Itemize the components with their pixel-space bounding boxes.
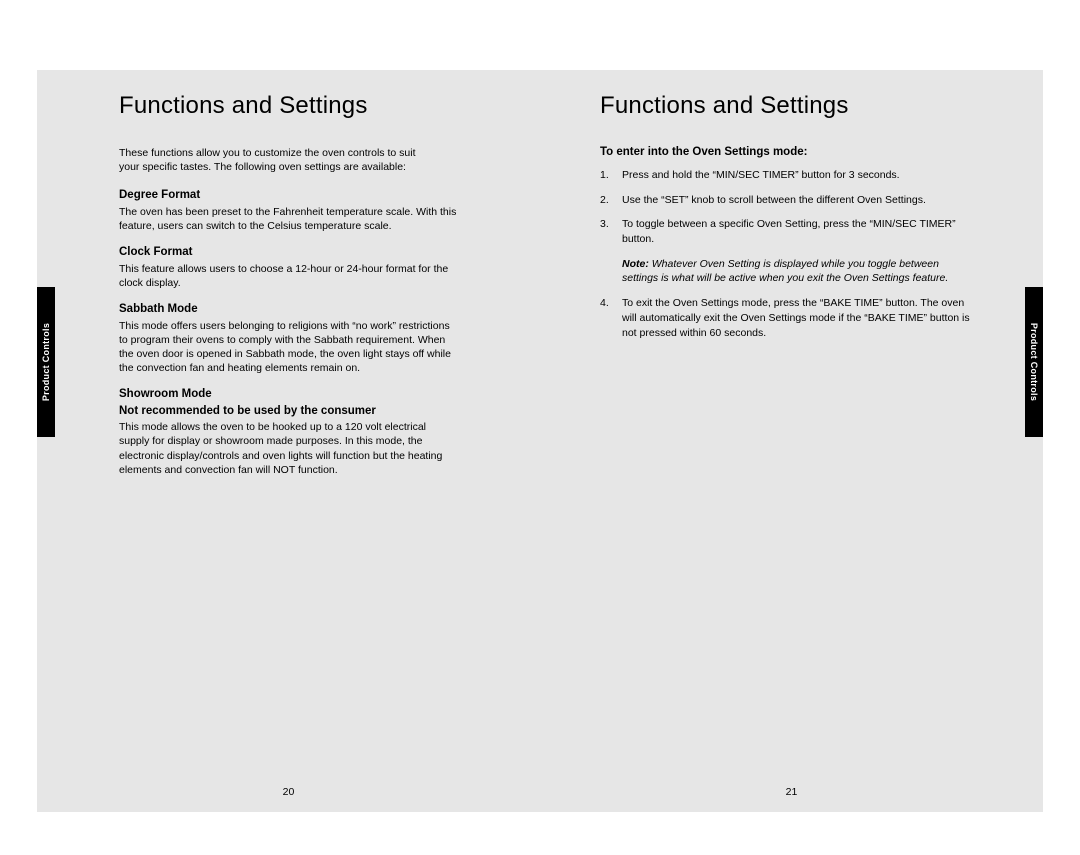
section-body: This mode offers users belonging to reli… xyxy=(119,319,459,376)
page-number: 20 xyxy=(283,786,295,798)
intro-text: These functions allow you to customize t… xyxy=(119,146,429,174)
section-tab-left: Product Controls xyxy=(37,287,55,437)
section-sabbath-mode: Sabbath Mode This mode offers users belo… xyxy=(119,302,459,375)
page-number: 21 xyxy=(786,786,798,798)
page-right-content: Functions and Settings To enter into the… xyxy=(600,92,980,350)
section-tab-label: Product Controls xyxy=(1029,323,1039,401)
section-degree-format: Degree Format The oven has been preset t… xyxy=(119,188,459,233)
page-left: Product Controls Functions and Settings … xyxy=(37,70,540,812)
document-spread: Product Controls Functions and Settings … xyxy=(37,70,1043,812)
section-subheading: Not recommended to be used by the consum… xyxy=(119,404,459,420)
instruction-step: Press and hold the “MIN/SEC TIMER” butto… xyxy=(600,168,970,183)
instruction-step: To toggle between a specific Oven Settin… xyxy=(600,217,970,246)
section-tab-right: Product Controls xyxy=(1025,287,1043,437)
section-body: The oven has been preset to the Fahrenhe… xyxy=(119,205,459,233)
page-left-content: Functions and Settings These functions a… xyxy=(119,92,499,489)
instructions-heading: To enter into the Oven Settings mode: xyxy=(600,146,980,158)
note-block: Note: Whatever Oven Setting is displayed… xyxy=(600,257,970,286)
section-heading: Degree Format xyxy=(119,188,459,204)
section-body: This mode allows the oven to be hooked u… xyxy=(119,420,459,477)
note-label: Note: xyxy=(622,258,649,270)
section-tab-label: Product Controls xyxy=(41,323,51,401)
section-showroom-mode: Showroom Mode Not recommended to be used… xyxy=(119,387,459,477)
instruction-step: To exit the Oven Settings mode, press th… xyxy=(600,296,970,340)
note-body: Whatever Oven Setting is displayed while… xyxy=(622,258,948,285)
section-heading: Clock Format xyxy=(119,245,459,261)
section-heading: Showroom Mode xyxy=(119,387,459,403)
section-clock-format: Clock Format This feature allows users t… xyxy=(119,245,459,290)
instructions-list: Press and hold the “MIN/SEC TIMER” butto… xyxy=(600,168,970,247)
instructions-list-cont: To exit the Oven Settings mode, press th… xyxy=(600,296,970,340)
instruction-step: Use the “SET” knob to scroll between the… xyxy=(600,193,970,208)
page-right: Product Controls Functions and Settings … xyxy=(540,70,1043,812)
page-title: Functions and Settings xyxy=(600,92,980,120)
section-heading: Sabbath Mode xyxy=(119,302,459,318)
section-body: This feature allows users to choose a 12… xyxy=(119,262,459,290)
page-title: Functions and Settings xyxy=(119,92,499,120)
